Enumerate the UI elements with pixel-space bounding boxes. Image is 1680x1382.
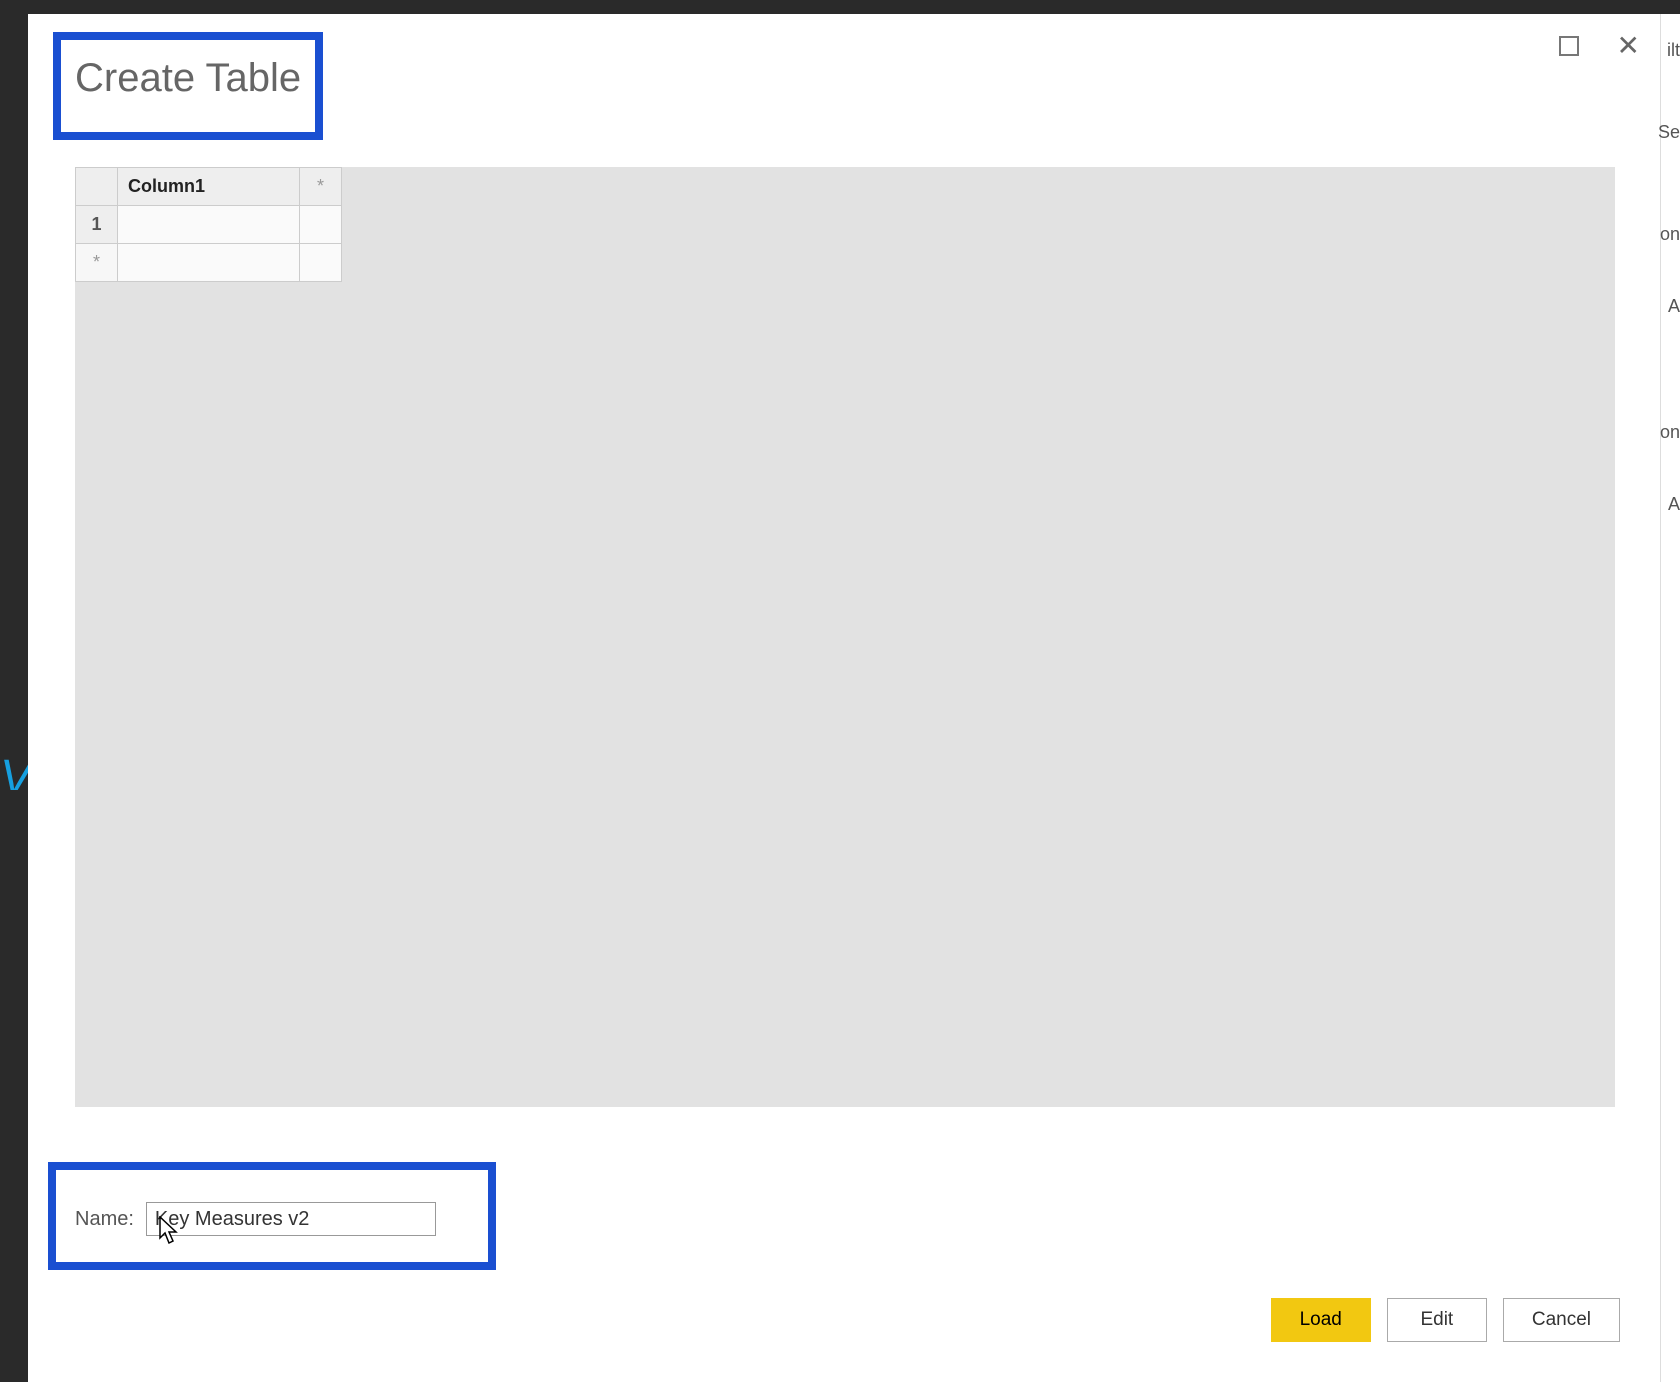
create-table-dialog: ✕ Create Table Column1 * 1 * Name: [28,14,1660,1382]
edit-button[interactable]: Edit [1387,1298,1487,1342]
app-dark-frame-left [0,0,28,1382]
panel-fragment: Se [1658,122,1680,143]
name-field-row: Name: [75,1202,436,1236]
add-column-marker[interactable]: * [300,168,342,206]
data-cell[interactable] [118,206,300,244]
background-decoration: V [0,750,28,790]
data-cell-extra[interactable] [300,206,342,244]
data-entry-grid[interactable]: Column1 * 1 * [75,167,342,282]
panel-fragment: on [1660,224,1680,245]
grid-corner-cell [76,168,118,206]
load-button[interactable]: Load [1271,1298,1371,1342]
name-label: Name: [75,1208,134,1231]
column-header[interactable]: Column1 [118,168,300,206]
app-dark-frame-top [0,0,1680,14]
new-row-cell[interactable] [118,244,300,282]
background-panel-sliver: ilt Se on A on A [1660,14,1680,1382]
table-grid-area[interactable]: Column1 * 1 * [75,167,1615,1107]
close-icon[interactable]: ✕ [1617,32,1640,60]
cancel-button[interactable]: Cancel [1503,1298,1620,1342]
window-controls: ✕ [1559,32,1640,60]
dialog-button-row: Load Edit Cancel [1271,1298,1620,1342]
new-row-cell-extra[interactable] [300,244,342,282]
panel-fragment: A [1668,296,1680,317]
add-row: * [76,244,342,282]
add-row-marker[interactable]: * [76,244,118,282]
panel-fragment: ilt [1667,40,1680,61]
grid-header-row: Column1 * [76,168,342,206]
table-name-input[interactable] [146,1202,436,1236]
dialog-title: Create Table [75,56,301,101]
table-row: 1 [76,206,342,244]
maximize-icon[interactable] [1559,36,1579,56]
panel-fragment: on [1660,422,1680,443]
panel-fragment: A [1668,494,1680,515]
row-number: 1 [76,206,118,244]
